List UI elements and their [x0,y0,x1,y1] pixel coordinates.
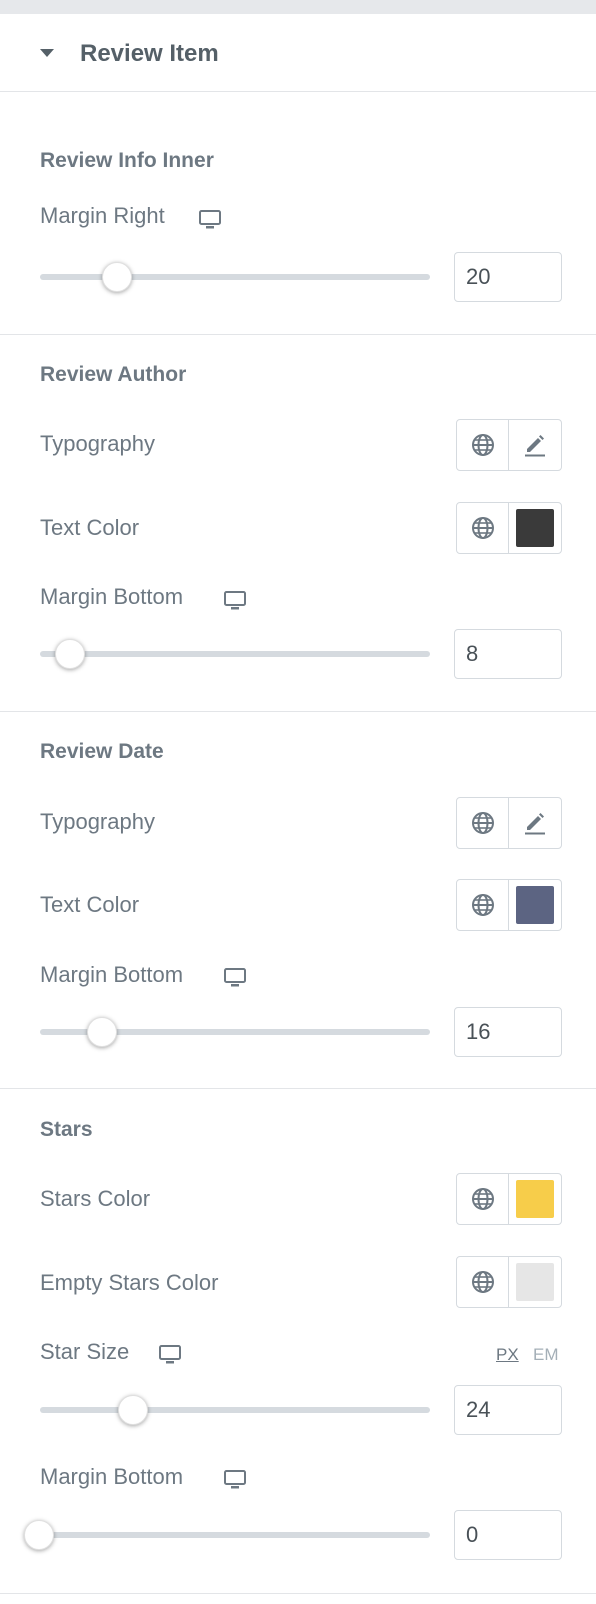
author-text-color-swatch-button[interactable] [509,503,561,553]
monitor-icon[interactable] [199,210,221,230]
date-typography-edit-button[interactable] [509,798,561,848]
caret-down-icon[interactable] [40,49,54,57]
stars-color-swatch [516,1180,554,1218]
group-title-review-author: Review Author [40,363,187,386]
stars-margin-bottom-input[interactable]: 0 [454,1510,562,1560]
globe-icon [471,894,494,916]
empty-stars-color-swatch [516,1263,554,1301]
author-typography-global-button[interactable] [457,420,510,470]
empty-stars-color-control [456,1256,562,1308]
star-size-label: Star Size [40,1339,130,1364]
date-margin-bottom-input[interactable]: 16 [454,1007,562,1057]
author-margin-bottom-slider-handle[interactable] [55,639,85,669]
author-margin-bottom-label: Margin Bottom [40,584,184,609]
date-typography-global-button[interactable] [457,798,510,848]
section-divider [0,334,596,335]
monitor-icon[interactable] [224,591,246,611]
date-typography-control [456,797,562,849]
date-text-color-global-button[interactable] [457,880,510,930]
monitor-icon[interactable] [159,1345,181,1365]
date-text-color-control [456,879,562,931]
empty-stars-color-swatch-button[interactable] [509,1257,561,1307]
author-margin-bottom-slider[interactable] [40,651,430,657]
section-divider [0,1593,596,1594]
stars-margin-bottom-slider-handle[interactable] [24,1520,54,1550]
stars-color-global-button[interactable] [457,1174,510,1224]
globe-icon [471,517,494,539]
globe-icon [471,1188,494,1210]
margin-right-slider[interactable] [40,274,430,280]
margin-right-slider-handle[interactable] [102,262,132,292]
author-text-color-control [456,502,562,554]
globe-icon [471,1271,494,1293]
stars-margin-bottom-label: Margin Bottom [40,1464,184,1489]
empty-stars-color-global-button[interactable] [457,1257,510,1307]
pencil-icon [525,813,545,835]
author-text-color-label: Text Color [40,515,140,540]
monitor-icon[interactable] [224,1470,246,1490]
margin-right-input[interactable]: 20 [454,252,562,302]
section-divider [0,1088,596,1089]
unit-em-option[interactable]: EM [533,1345,559,1365]
globe-icon [471,812,494,834]
date-text-color-swatch-button[interactable] [509,880,561,930]
star-size-slider[interactable] [40,1407,430,1413]
section-title: Review Item [80,40,219,67]
pencil-icon [525,435,545,457]
author-typography-edit-button[interactable] [509,420,561,470]
star-size-input[interactable]: 24 [454,1385,562,1435]
unit-px-option[interactable]: PX [496,1345,519,1365]
stars-margin-bottom-slider[interactable] [40,1532,430,1538]
date-typography-label: Typography [40,809,155,834]
globe-icon [471,434,494,456]
date-margin-bottom-label: Margin Bottom [40,962,184,987]
empty-stars-color-label: Empty Stars Color [40,1270,219,1295]
stars-color-label: Stars Color [40,1186,151,1211]
date-margin-bottom-slider-handle[interactable] [87,1017,117,1047]
stars-color-control [456,1173,562,1225]
section-divider [0,711,596,712]
monitor-icon[interactable] [224,968,246,988]
star-size-slider-handle[interactable] [118,1395,148,1425]
date-text-color-swatch [516,886,554,924]
author-typography-control [456,419,562,471]
top-bar [0,0,596,14]
stars-color-swatch-button[interactable] [509,1174,561,1224]
author-typography-label: Typography [40,431,155,456]
group-title-review-date: Review Date [40,740,164,763]
date-text-color-label: Text Color [40,892,140,917]
author-text-color-swatch [516,509,554,547]
section-header-review-item[interactable]: Review Item [0,14,596,92]
author-text-color-global-button[interactable] [457,503,510,553]
group-title-stars: Stars [40,1118,93,1141]
author-margin-bottom-input[interactable]: 8 [454,629,562,679]
group-title-review-info-inner: Review Info Inner [40,149,214,172]
margin-right-label: Margin Right [40,203,165,228]
